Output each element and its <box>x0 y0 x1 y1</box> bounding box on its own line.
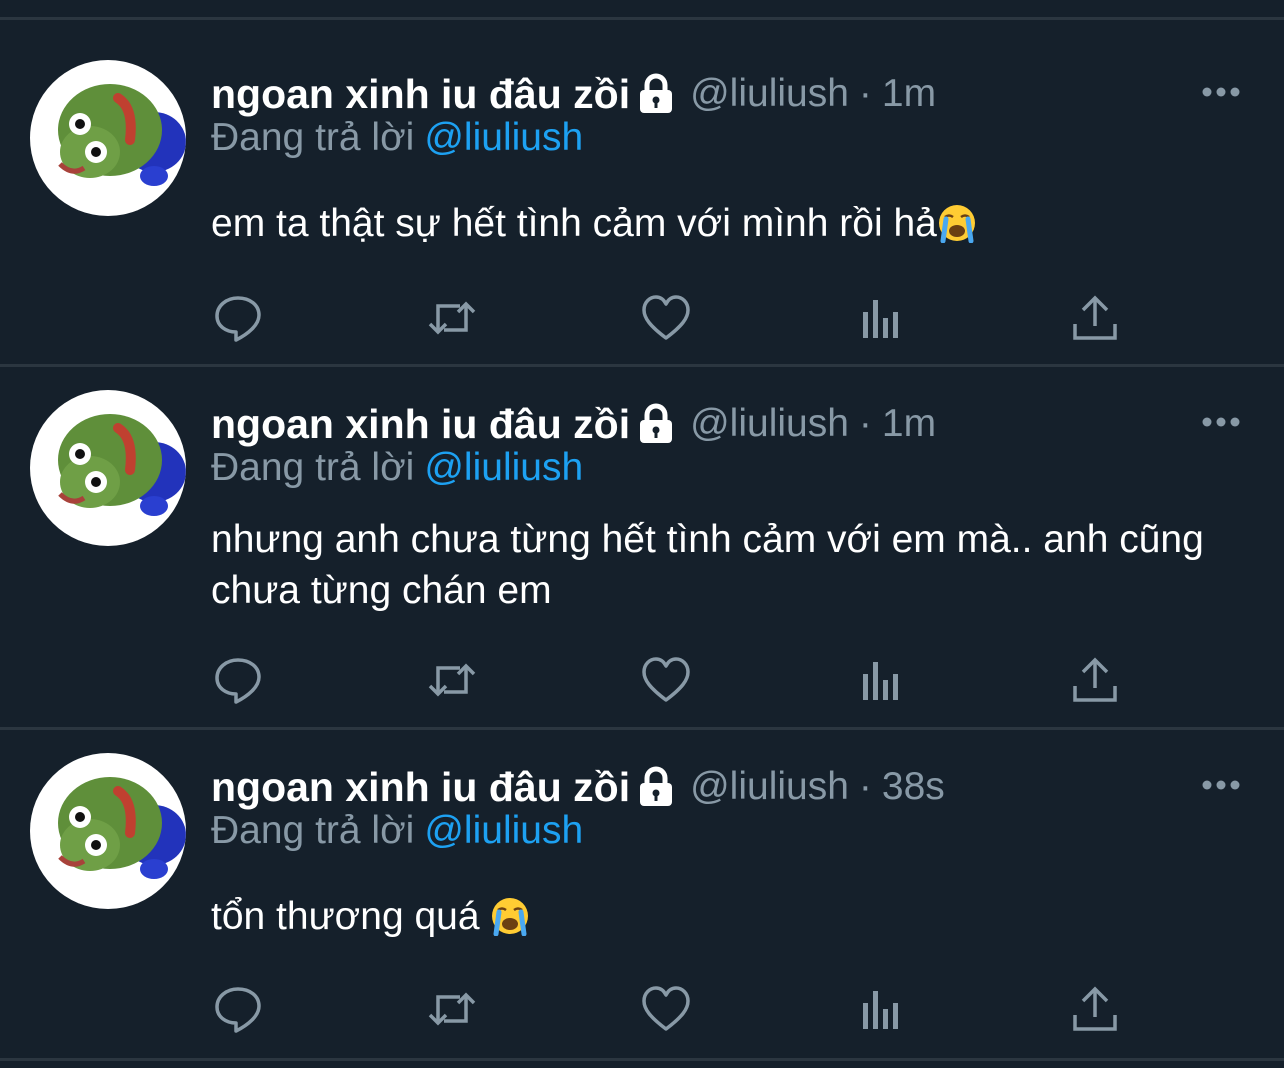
share-icon[interactable] <box>1069 292 1121 344</box>
frog-avatar-icon <box>58 84 186 186</box>
reply-handle[interactable]: @liuliush <box>424 446 583 489</box>
separator: · <box>858 765 872 808</box>
display-name[interactable]: ngoan xinh iu đâu zồi <box>211 401 630 448</box>
timestamp[interactable]: 1m <box>882 402 936 446</box>
timestamp[interactable]: 1m <box>882 72 936 116</box>
frog-avatar-icon <box>58 414 186 516</box>
timestamp[interactable]: 38s <box>882 765 945 809</box>
avatar[interactable] <box>30 390 186 546</box>
retweet-icon[interactable] <box>426 654 478 706</box>
tweet-text: tổn thương quá <box>211 891 1241 942</box>
handle[interactable]: @liuliush <box>690 765 849 809</box>
share-icon[interactable] <box>1069 654 1121 706</box>
tweet-text: em ta thật sự hết tình cảm với mình rồi … <box>211 198 1241 249</box>
loudly-crying-face-emoji <box>492 898 529 936</box>
reply-handle[interactable]: @liuliush <box>424 116 583 159</box>
reply-prefix: Đang trả lời <box>211 809 415 852</box>
reply-handle[interactable]: @liuliush <box>424 809 583 852</box>
reply-prefix: Đang trả lời <box>211 116 415 159</box>
analytics-icon[interactable] <box>855 654 907 706</box>
more-icon[interactable] <box>1200 775 1242 795</box>
divider <box>0 17 1284 20</box>
analytics-icon[interactable] <box>855 292 907 344</box>
reply-context: Đang trả lời @liuliush <box>211 809 583 853</box>
handle[interactable]: @liuliush <box>690 72 849 116</box>
lock-icon <box>640 403 673 443</box>
reply-icon[interactable] <box>212 983 264 1035</box>
more-icon[interactable] <box>1200 82 1242 102</box>
tweet-text-content: nhưng anh chưa từng hết tình cảm với em … <box>211 518 1204 612</box>
like-icon[interactable] <box>640 654 692 706</box>
tweet-actions <box>0 654 1284 706</box>
tweet-text-content: em ta thật sự hết tình cảm với mình rồi … <box>211 202 937 245</box>
divider <box>0 727 1284 730</box>
tweet-actions <box>0 292 1284 344</box>
analytics-icon[interactable] <box>855 983 907 1035</box>
tweet-header: ngoan xinh iu đâu zồi @liuliush · 1m <box>211 398 936 450</box>
like-icon[interactable] <box>640 983 692 1035</box>
loudly-crying-face-emoji <box>938 205 975 243</box>
display-name[interactable]: ngoan xinh iu đâu zồi <box>211 71 630 118</box>
handle[interactable]: @liuliush <box>690 402 849 446</box>
timeline: ngoan xinh iu đâu zồi @liuliush · 1m Đan… <box>0 0 1284 1068</box>
tweet-text: nhưng anh chưa từng hết tình cảm với em … <box>211 514 1241 616</box>
reply-context: Đang trả lời @liuliush <box>211 116 583 160</box>
reply-icon[interactable] <box>212 654 264 706</box>
reply-context: Đang trả lời @liuliush <box>211 446 583 490</box>
more-icon[interactable] <box>1200 412 1242 432</box>
like-icon[interactable] <box>640 292 692 344</box>
share-icon[interactable] <box>1069 983 1121 1035</box>
retweet-icon[interactable] <box>426 292 478 344</box>
tweet-text-content: tổn thương quá <box>211 895 491 938</box>
reply-prefix: Đang trả lời <box>211 446 415 489</box>
divider <box>0 1058 1284 1061</box>
frog-avatar-icon <box>58 777 186 879</box>
separator: · <box>858 402 872 445</box>
avatar[interactable] <box>30 753 186 909</box>
retweet-icon[interactable] <box>426 983 478 1035</box>
avatar[interactable] <box>30 60 186 216</box>
lock-icon <box>640 766 673 806</box>
lock-icon <box>640 73 673 113</box>
display-name[interactable]: ngoan xinh iu đâu zồi <box>211 764 630 811</box>
tweet-header: ngoan xinh iu đâu zồi @liuliush · 38s <box>211 761 945 813</box>
tweet-actions <box>0 983 1284 1035</box>
separator: · <box>858 72 872 115</box>
reply-icon[interactable] <box>212 292 264 344</box>
tweet-header: ngoan xinh iu đâu zồi @liuliush · 1m <box>211 68 936 120</box>
divider <box>0 364 1284 367</box>
